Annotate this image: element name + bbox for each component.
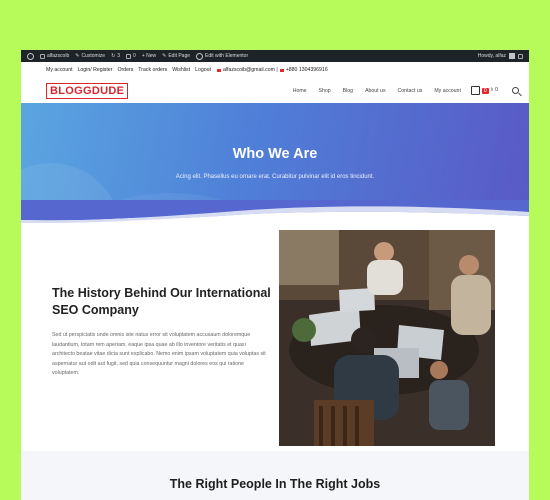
contact-info: alfazscoib@gmail.com | +880 1304396916 (216, 67, 328, 73)
wordpress-icon[interactable] (27, 52, 34, 60)
top-bar: My account Login/ Register Orders Track … (21, 62, 529, 79)
nav-shop[interactable]: Shop (319, 88, 331, 94)
cart-button[interactable]: 0 ৳ 0 (470, 86, 498, 95)
new-content-link[interactable]: + New (142, 53, 156, 59)
nav-home[interactable]: Home (293, 88, 307, 94)
nav-about-us[interactable]: About us (365, 88, 385, 94)
avatar (509, 53, 515, 59)
wishlist-link[interactable]: Wishlist (172, 67, 190, 73)
customize-link[interactable]: ✎ Customize (75, 53, 105, 59)
nav-my-account[interactable]: My account (434, 88, 461, 94)
refresh-icon: ↻ (111, 53, 116, 59)
updates-link[interactable]: ↻ 3 (111, 53, 120, 59)
edit-elementor-link[interactable]: Edit with Elementor (196, 52, 248, 60)
browser-page: alfazscoib ✎ Customize ↻ 3 0 + New ✎ Edit P… (21, 50, 529, 500)
phone-icon (279, 68, 284, 72)
email-text[interactable]: alfazscoib@gmail.com | (223, 67, 278, 73)
nav-contact-us[interactable]: Contact us (398, 88, 423, 94)
wp-admin-bar: alfazscoib ✎ Customize ↻ 3 0 + New ✎ Edit P… (21, 50, 529, 62)
cart-count-badge: 0 (481, 87, 489, 94)
team-section: The Right People In The Right Jobs (21, 451, 529, 500)
logout-link[interactable]: Logout (195, 67, 211, 73)
team-photo (279, 230, 495, 446)
brush-icon: ✎ (75, 53, 80, 59)
pencil-icon: ✎ (162, 53, 167, 59)
account-menu[interactable]: Howdy, alfaz (478, 53, 523, 59)
phone-text[interactable]: +880 1304396916 (286, 67, 328, 73)
search-icon[interactable] (512, 87, 519, 94)
comment-icon (126, 53, 132, 59)
search-icon[interactable] (518, 53, 523, 59)
my-account-link[interactable]: My account (46, 67, 73, 73)
about-paragraph: Sed ut perspiciatis unde omnis iste natu… (52, 332, 266, 376)
account-links: My account Login/ Register Orders Track … (46, 67, 211, 73)
edit-page-link[interactable]: ✎ Edit Page (162, 53, 190, 59)
cart-total: ৳ 0 (490, 86, 498, 93)
orders-link[interactable]: Orders (117, 67, 133, 73)
email-icon (216, 68, 221, 72)
login-register-link[interactable]: Login/ Register (78, 67, 113, 73)
comments-link[interactable]: 0 (126, 53, 136, 59)
site-name-link[interactable]: alfazscoib (40, 53, 69, 59)
site-header: BLOGGDUDE Home Shop Blog About us Contac… (21, 78, 529, 103)
hero-title: Who We Are (232, 146, 318, 162)
nav-blog[interactable]: Blog (343, 88, 353, 94)
track-orders-link[interactable]: Track orders (138, 67, 167, 73)
hero-wave-divider (21, 200, 529, 230)
elementor-icon (196, 52, 204, 60)
shopping-bag-icon (470, 86, 480, 95)
hero-subtitle: Acing elit. Phasellus eu ornare erat. Cu… (175, 174, 375, 180)
home-icon (40, 53, 45, 59)
about-heading: The History Behind Our International SEO… (52, 286, 271, 317)
main-nav: Home Shop Blog About us Contact us My ac… (293, 88, 461, 94)
team-section-heading: The Right People In The Right Jobs (169, 477, 381, 491)
site-logo[interactable]: BLOGGDUDE (46, 82, 129, 99)
